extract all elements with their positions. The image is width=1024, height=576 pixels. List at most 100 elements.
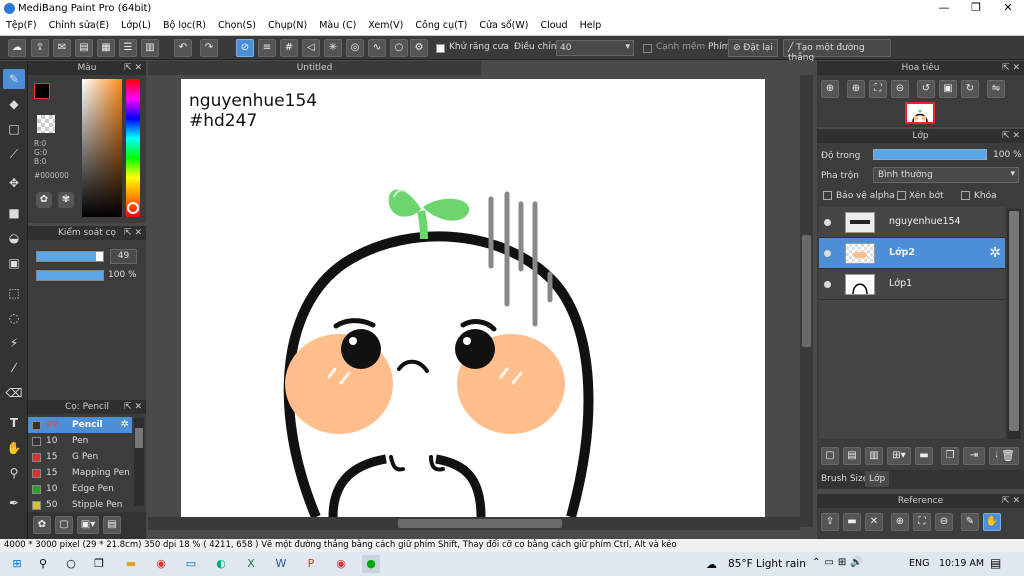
brush-tool-icon[interactable]: ✎ [3,69,25,89]
close-icon[interactable]: ⇱ ✕ [124,61,142,75]
close-icon[interactable]: ⇱ ✕ [124,400,142,414]
brush-item[interactable]: 15 Mapping Pen [28,465,132,481]
new-halftone-layer-icon[interactable]: ▤ [843,447,861,465]
start-icon[interactable]: ⊞ [8,555,26,573]
add-layer-menu-icon[interactable]: ⊞▾ [887,447,911,465]
menu-tools[interactable]: Công cụ(T) [409,18,473,33]
new-8bit-layer-icon[interactable]: ▥ [865,447,883,465]
brush-item[interactable]: 50 Stipple Pen [28,497,132,513]
brush-size-slider[interactable] [36,251,104,262]
bucket-tool-icon[interactable]: ◒ [3,228,25,248]
menu-edit[interactable]: Chỉnh sửa(E) [43,18,116,33]
zoom-in-icon[interactable]: ⊕ [847,80,865,98]
eraser-tool-icon[interactable]: ◆ [3,94,25,114]
select-eraser-icon[interactable]: ⌫ [3,383,25,403]
menu-file[interactable]: Tệp(F) [0,18,43,33]
layer-settings-icon[interactable]: ✲ [989,245,1001,261]
menu-cloud[interactable]: Cloud [534,18,573,33]
close-icon[interactable]: ⇱ ✕ [1002,61,1020,75]
visibility-icon[interactable] [824,250,831,257]
reference-zoom-out-icon[interactable]: ⊖ [935,513,953,531]
reference-eyedropper-icon[interactable]: ✎ [961,513,979,531]
brush-item[interactable]: 10 Edge Pen [28,481,132,497]
chrome-alt-icon[interactable]: ◉ [152,555,170,573]
foreground-color-swatch[interactable] [34,83,50,99]
reference-cloud-icon[interactable]: ⇪ [821,513,839,531]
scrollbar-thumb[interactable] [135,428,143,448]
clip-checkbox[interactable] [897,191,906,200]
close-icon[interactable]: ⇱ ✕ [1002,494,1020,508]
protect-alpha-checkbox[interactable] [823,191,832,200]
menu-help[interactable]: Help [574,18,608,33]
radial-snap-icon[interactable]: ✳ [324,39,342,57]
vertical-scrollbar-thumb[interactable] [802,235,811,347]
medibang-taskbar-icon[interactable]: ● [362,555,380,573]
layer-list-scrollbar[interactable] [1007,209,1021,439]
hue-handle[interactable] [127,202,139,214]
reference-close-icon[interactable]: ✕ [865,513,883,531]
brush-settings-icon[interactable]: ✲ [121,419,129,430]
eyedropper-icon[interactable]: ⚲ [3,463,25,483]
grid-icon[interactable]: ▥ [141,39,159,57]
parallel-snap-icon[interactable]: ≡ [258,39,276,57]
menu-layer[interactable]: Lớp(L) [115,18,157,33]
word-icon[interactable]: W [272,555,290,573]
sharp-checkbox[interactable] [643,44,652,53]
rotate-left-icon[interactable]: ↺ [917,80,935,98]
straight-line-button[interactable]: ╱ Tạo một đường thẳng [783,39,891,63]
layer-row[interactable]: nguyenhue154 [819,207,1005,238]
horizontal-scrollbar-thumb[interactable] [398,519,562,528]
chrome-icon[interactable]: ◉ [332,555,350,573]
document-tab[interactable]: Untitled [148,61,481,75]
ellipse-snap-icon[interactable]: ○ [390,39,408,57]
layer-opacity-slider[interactable] [873,149,987,160]
lasso-icon[interactable]: ◌ [3,308,25,328]
notification-icon[interactable]: ▤ [990,556,1001,570]
reference-zoom-in-icon[interactable]: ⊕ [891,513,909,531]
reset-button[interactable]: ⊘ Đặt lại [728,39,778,57]
curve-snap-icon[interactable]: ∿ [368,39,386,57]
tab-layer[interactable]: Lớp [865,471,890,487]
lock-checkbox[interactable] [961,191,970,200]
brush-item-selected[interactable]: 49 Pencil ✲ [28,417,132,433]
brush-list-scrollbar[interactable] [134,418,144,506]
close-button[interactable]: ✕ [992,1,1024,17]
tab-brush-size[interactable]: Brush Size [821,474,868,484]
close-icon[interactable]: ⇱ ✕ [124,226,142,240]
pen-tool-icon[interactable]: ✒ [3,493,25,513]
folder-icon[interactable]: ▬ [915,447,933,465]
undo-icon[interactable]: ↶ [174,39,192,57]
add-brush-icon[interactable]: ▣▾ [77,516,99,534]
rotate-right-icon[interactable]: ↻ [961,80,979,98]
minimize-button[interactable]: — [928,1,960,17]
layer-scrollbar-thumb[interactable] [1009,211,1019,431]
menu-select[interactable]: Chọn(S) [212,18,262,33]
perspective-snap-icon[interactable]: ◁ [302,39,320,57]
brush-settings-icon[interactable]: ▤ [103,516,121,534]
reference-fit-icon[interactable]: ⛶ [913,513,931,531]
rectangle-tool-icon[interactable]: □ [3,119,25,139]
clock[interactable]: 10:19 AM [939,558,984,569]
task-view-icon[interactable]: ❐ [90,555,108,573]
blend-dropdown[interactable]: Bình thường ▾ [873,167,1019,183]
chat-icon[interactable]: ✉ [53,39,71,57]
navigator-thumbnail[interactable] [905,102,935,124]
monitor-icon[interactable]: ▭ [182,555,200,573]
menu-filter[interactable]: Bộ lọc(R) [157,18,212,33]
antialias-checkbox[interactable] [436,44,445,53]
menu-view[interactable]: Xem(V) [362,18,409,33]
delete-layer-icon[interactable]: 🗑 [997,447,1019,465]
fill-shape-tool-icon[interactable]: ■ [3,203,25,223]
language-indicator[interactable]: ENG [909,558,929,569]
weather-text[interactable]: 85°F Light rain [728,558,806,570]
cloud-brush-icon[interactable]: ✿ [33,516,51,534]
fit-window-icon[interactable]: ⛶ [869,80,887,98]
brush-size-value[interactable]: 49 [110,249,137,264]
adjust-dropdown[interactable]: 40 ▾ [556,40,634,56]
line-tool-icon[interactable]: ⟋ [3,144,25,164]
palette-edit-icon[interactable]: ✾ [58,192,74,208]
redo-icon[interactable]: ↷ [200,39,218,57]
merge-layer-icon[interactable]: ⇥ [963,447,985,465]
saturation-value-picker[interactable] [82,79,122,217]
visibility-icon[interactable] [824,281,831,288]
